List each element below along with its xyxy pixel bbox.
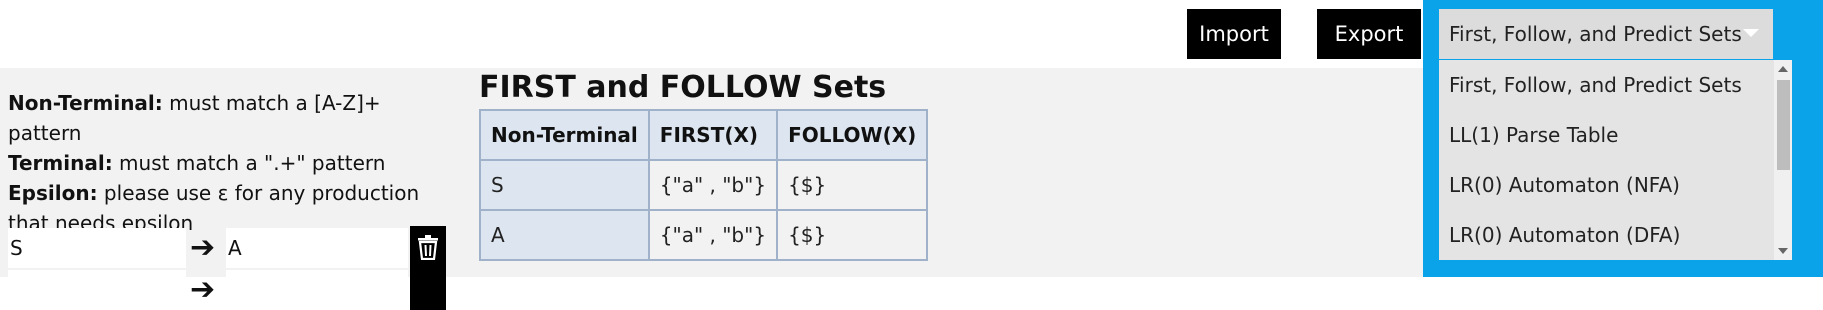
table-row: A {"a" , "b"} {$} (479, 209, 929, 261)
legend-nonterminal: Non-Terminal: must match a [A-Z]+ patter… (8, 91, 381, 145)
option-ll1-parse-table[interactable]: LL(1) Parse Table (1439, 110, 1792, 160)
arrow-icon: ➔ (190, 230, 216, 265)
trash-icon (418, 235, 438, 260)
scroll-down-icon[interactable] (1778, 248, 1788, 254)
delete-production-button[interactable] (410, 226, 446, 268)
first-follow-table: Non-Terminal FIRST(X) FOLLOW(X) S {"a" ,… (479, 109, 929, 261)
export-button[interactable]: Export (1317, 9, 1421, 59)
legend-terminal: Terminal: must match a ".+" pattern (8, 151, 386, 175)
view-select-dropdown: First, Follow, and Predict Sets First, F… (1423, 0, 1823, 277)
production-lhs-input[interactable] (8, 270, 186, 310)
arrow-icon: ➔ (190, 272, 216, 307)
import-button[interactable]: Import (1187, 9, 1281, 59)
chevron-down-icon (1743, 29, 1759, 37)
nonterminal-cell: S (479, 159, 650, 211)
follow-cell: {$} (776, 159, 929, 211)
nonterminal-cell: A (479, 209, 650, 261)
view-select[interactable]: First, Follow, and Predict Sets (1439, 9, 1773, 59)
production-rhs-input[interactable]: A (226, 228, 408, 268)
column-header: Non-Terminal (479, 109, 650, 161)
scroll-up-icon[interactable] (1778, 66, 1788, 72)
view-select-value: First, Follow, and Predict Sets (1449, 22, 1742, 46)
first-cell: {"a" , "b"} (647, 209, 779, 261)
production-lhs-input[interactable]: S (8, 228, 186, 268)
column-header: FOLLOW(X) (776, 109, 929, 161)
option-lr0-dfa[interactable]: LR(0) Automaton (DFA) (1439, 210, 1792, 260)
option-first-follow-predict[interactable]: First, Follow, and Predict Sets (1439, 60, 1792, 110)
sets-title: FIRST and FOLLOW Sets (479, 70, 887, 105)
scrollbar-thumb[interactable] (1777, 80, 1790, 170)
production-rhs-input[interactable] (226, 270, 408, 310)
column-header: FIRST(X) (647, 109, 779, 161)
options-scrollbar[interactable] (1774, 60, 1792, 260)
table-header-row: Non-Terminal FIRST(X) FOLLOW(X) (479, 109, 929, 161)
delete-production-button[interactable] (410, 268, 446, 310)
table-row: S {"a" , "b"} {$} (479, 159, 929, 211)
option-lr0-nfa[interactable]: LR(0) Automaton (NFA) (1439, 160, 1792, 210)
grammar-legend: Non-Terminal: must match a [A-Z]+ patter… (8, 88, 458, 238)
first-cell: {"a" , "b"} (647, 159, 779, 211)
follow-cell: {$} (776, 209, 929, 261)
view-select-options: First, Follow, and Predict Sets LL(1) Pa… (1439, 60, 1792, 260)
